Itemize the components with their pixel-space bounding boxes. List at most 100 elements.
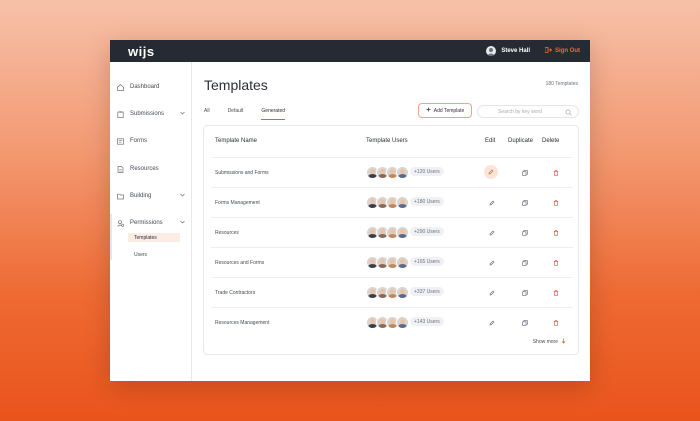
show-more-label: Show more <box>532 339 558 345</box>
user-name[interactable]: Steve Hall <box>501 48 530 54</box>
edit-icon[interactable] <box>484 165 498 179</box>
search-placeholder: Search by key word <box>498 108 542 115</box>
avatar <box>396 256 409 269</box>
users-count-badge: +143 Users <box>410 317 444 326</box>
sidebar-item-label: Resources <box>130 166 159 172</box>
sidebar-item-forms[interactable]: Forms <box>117 135 185 147</box>
avatar <box>396 166 409 179</box>
template-name[interactable]: Resources and Forms <box>215 260 264 266</box>
template-users-avatars[interactable] <box>366 226 409 239</box>
duplicate-icon[interactable] <box>520 288 530 298</box>
edit-icon[interactable] <box>487 198 497 208</box>
column-header-name[interactable]: Template Name <box>215 138 257 144</box>
sidebar-item-submissions[interactable]: Submissions <box>117 108 185 120</box>
app-window: wijs Steve Hall Sign Out Dashboard Submi… <box>110 40 590 381</box>
sidebar-item-label: Permissions <box>130 220 163 226</box>
template-name[interactable]: Resources Management <box>215 320 269 326</box>
templates-count: 180 Templates <box>545 81 578 87</box>
delete-icon[interactable] <box>551 288 561 298</box>
filter-tabs: All Default Generated <box>204 108 303 120</box>
active-section-indicator <box>110 214 112 260</box>
sidebar-item-label: Forms <box>130 138 147 144</box>
avatar[interactable] <box>486 46 497 56</box>
sign-out-button[interactable]: Sign Out <box>544 47 580 55</box>
avatar <box>396 196 409 209</box>
top-bar: wijs Steve Hall Sign Out <box>110 40 590 62</box>
templates-table: Template Name Template Users Edit Duplic… <box>203 125 579 355</box>
avatar <box>396 316 409 329</box>
duplicate-icon[interactable] <box>520 258 530 268</box>
column-header-users[interactable]: Template Users <box>366 138 408 144</box>
add-template-button[interactable]: Add Template <box>418 103 472 118</box>
column-header-edit: Edit <box>485 138 496 144</box>
tab-default[interactable]: Default <box>228 108 244 120</box>
sign-out-icon <box>544 47 553 55</box>
sidebar-item-permissions[interactable]: Permissions <box>117 217 185 229</box>
duplicate-icon[interactable] <box>520 168 530 178</box>
table-row: Resources +290 Users <box>211 217 573 248</box>
home-icon <box>117 83 124 91</box>
sidebar-subitem-templates[interactable]: Templates <box>128 233 180 242</box>
delete-icon[interactable] <box>551 228 561 238</box>
users-count-badge: +120 Users <box>410 167 444 176</box>
user-menu[interactable]: Steve Hall Sign Out <box>486 46 580 56</box>
main-content: Templates 180 Templates All Default Gene… <box>192 62 590 381</box>
duplicate-icon[interactable] <box>520 318 530 328</box>
tab-all[interactable]: All <box>204 108 210 120</box>
search-input[interactable]: Search by key word <box>477 105 579 118</box>
edit-icon[interactable] <box>487 228 497 238</box>
column-header-delete: Delete <box>542 138 560 144</box>
search-icon[interactable] <box>565 109 572 118</box>
table-row: Trade Contractors +337 Users <box>211 277 573 308</box>
users-count-badge: +290 Users <box>410 227 444 236</box>
form-icon <box>117 137 124 145</box>
edit-icon[interactable] <box>487 318 497 328</box>
page-title: Templates <box>204 77 268 93</box>
template-users-avatars[interactable] <box>366 166 409 179</box>
edit-icon[interactable] <box>487 258 497 268</box>
duplicate-icon[interactable] <box>520 228 530 238</box>
template-name[interactable]: Resources <box>215 230 239 236</box>
users-count-badge: +165 Users <box>410 257 444 266</box>
template-users-avatars[interactable] <box>366 196 409 209</box>
delete-icon[interactable] <box>551 168 561 178</box>
sign-out-label: Sign Out <box>555 48 580 54</box>
table-row: Resources Management +143 Users <box>211 307 573 338</box>
edit-icon[interactable] <box>487 288 497 298</box>
chevron-down-icon[interactable] <box>180 193 185 199</box>
users-count-badge: +180 Users <box>410 197 444 206</box>
template-name[interactable]: Submissions and Forms <box>215 170 269 176</box>
chevron-down-icon[interactable] <box>180 220 185 226</box>
users-count-badge: +337 Users <box>410 287 444 296</box>
sidebar-item-label: Dashboard <box>130 84 160 90</box>
clipboard-icon <box>117 110 124 118</box>
column-header-duplicate: Duplicate <box>508 138 534 144</box>
sidebar: Dashboard Submissions Forms Resources Bu… <box>110 62 192 381</box>
plus-icon <box>426 107 431 114</box>
sidebar-item-building[interactable]: Building <box>117 190 185 202</box>
tab-generated[interactable]: Generated <box>261 108 286 120</box>
app-logo[interactable]: wijs <box>128 44 155 59</box>
template-users-avatars[interactable] <box>366 286 409 299</box>
sidebar-subitem-users[interactable]: Users <box>128 250 180 259</box>
user-shield-icon <box>117 219 124 227</box>
sidebar-item-label: Building <box>130 193 152 199</box>
delete-icon[interactable] <box>551 198 561 208</box>
sidebar-item-dashboard[interactable]: Dashboard <box>117 81 185 93</box>
duplicate-icon[interactable] <box>520 198 530 208</box>
template-users-avatars[interactable] <box>366 256 409 269</box>
avatar <box>396 286 409 299</box>
table-row: Forms Management +180 Users <box>211 187 573 218</box>
delete-icon[interactable] <box>551 258 561 268</box>
template-name[interactable]: Trade Contractors <box>215 290 255 296</box>
add-template-label: Add Template <box>433 107 465 114</box>
chevron-down-icon[interactable] <box>180 111 185 117</box>
table-row: Resources and Forms +165 Users <box>211 247 573 278</box>
avatar <box>396 226 409 239</box>
table-row: Submissions and Forms +120 Users <box>211 157 573 188</box>
sidebar-item-resources[interactable]: Resources <box>117 163 185 175</box>
template-users-avatars[interactable] <box>366 316 409 329</box>
show-more-button[interactable]: Show more <box>533 338 566 346</box>
delete-icon[interactable] <box>551 318 561 328</box>
template-name[interactable]: Forms Management <box>215 200 260 206</box>
